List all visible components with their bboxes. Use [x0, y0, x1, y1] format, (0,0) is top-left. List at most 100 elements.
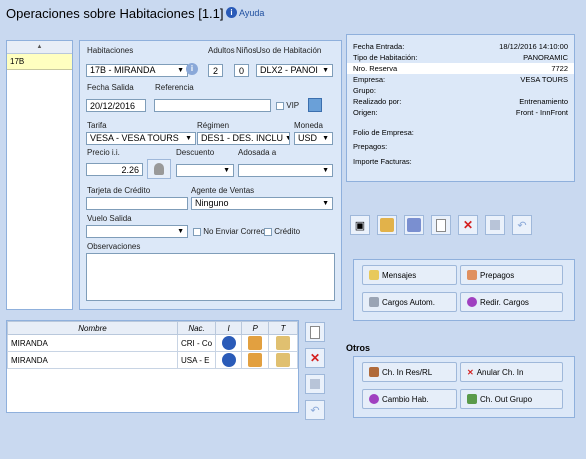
tarjeta-input[interactable] — [86, 197, 188, 210]
anular-ch-in-button[interactable]: ✕ Anular Ch. In — [460, 362, 563, 382]
info-row: Fecha Entrada: 18/12/2016 14:10:00 — [347, 41, 574, 52]
save-guest-button[interactable] — [305, 374, 325, 394]
actions-panel: Mensajes Prepagos Cargos Autom. Redir. C… — [353, 259, 575, 321]
guest-profile-cell[interactable] — [241, 351, 270, 369]
vuelo-select[interactable]: ▼ — [86, 225, 188, 238]
chevron-down-icon: ▼ — [322, 67, 329, 74]
prepagos-button[interactable]: Prepagos — [460, 265, 563, 285]
guest-info-cell[interactable] — [215, 334, 243, 352]
precio-label: Precio i.i. — [87, 148, 120, 157]
guest-toolbar: ✕ ↶ — [305, 322, 325, 420]
ch-in-res-label: Ch. In Res/RL — [382, 367, 433, 377]
moneda-select[interactable]: USD ▼ — [294, 132, 333, 145]
agente-value: Ninguno — [195, 198, 229, 208]
info-key: Realizado por: — [353, 97, 402, 106]
info-key: Tipo de Habitación: — [353, 53, 418, 62]
binoculars-icon: ▣ — [354, 219, 366, 232]
col-t[interactable]: T — [268, 321, 298, 335]
otros-title: Otros — [346, 343, 371, 353]
cargos-autom-button[interactable]: Cargos Autom. — [362, 292, 457, 312]
referencia-label: Referencia — [155, 83, 194, 92]
ch-in-res-button[interactable]: Ch. In Res/RL — [362, 362, 457, 382]
agente-label: Agente de Ventas — [191, 186, 255, 195]
auto-charges-icon — [369, 297, 379, 307]
guest-profile-cell[interactable] — [241, 334, 270, 352]
profile-icon[interactable] — [248, 336, 263, 350]
col-nombre[interactable]: Nombre — [7, 321, 178, 335]
prepagos-label: Prepagos — [480, 270, 515, 280]
delete-icon: ✕ — [462, 218, 474, 232]
credito-label: Crédito — [274, 227, 301, 236]
notes-icon[interactable] — [276, 353, 291, 367]
room-list-item[interactable]: 17B — [7, 54, 72, 70]
tarifa-select[interactable]: VESA - VESA TOURS ▼ — [86, 132, 196, 145]
notes-icon[interactable] — [276, 336, 291, 350]
no-enviar-label: No Enviar Correo — [203, 227, 266, 236]
chevron-down-icon: ▼ — [185, 135, 192, 142]
copy-button[interactable] — [404, 215, 424, 235]
uso-label: Uso de Habitación — [256, 46, 322, 55]
fecha-salida-input[interactable]: 20/12/2016 — [86, 99, 146, 112]
undo-icon: ↶ — [517, 219, 527, 232]
referencia-input[interactable] — [154, 99, 271, 112]
undo-guest-button[interactable]: ↶ — [305, 400, 325, 420]
prepagos-row: Prepagos: — [347, 141, 574, 152]
info-icon[interactable] — [221, 336, 236, 350]
no-enviar-correo-checkbox[interactable]: No Enviar Correo — [193, 227, 265, 236]
table-row[interactable]: MIRANDA USA - E — [7, 351, 298, 369]
guest-info-cell[interactable] — [215, 351, 243, 369]
mensajes-button[interactable]: Mensajes — [362, 265, 457, 285]
profile-icon[interactable] — [248, 353, 263, 367]
guest-notes-cell[interactable] — [268, 351, 298, 369]
price-detail-button[interactable] — [147, 159, 171, 179]
ninos-label: Niños — [236, 46, 257, 55]
room-info-icon[interactable]: i — [186, 63, 198, 75]
info-row: Origen: Front - InnFront — [347, 107, 574, 118]
ninos-input[interactable]: 0 — [234, 64, 249, 77]
observaciones-textarea[interactable] — [86, 253, 335, 301]
search-button[interactable]: ▣ — [350, 215, 370, 235]
credito-checkbox[interactable]: Crédito — [264, 227, 300, 236]
col-p[interactable]: P — [241, 321, 270, 335]
notes-button[interactable] — [377, 215, 397, 235]
room-list-header[interactable]: ▲ — [7, 41, 72, 54]
habitacion-select[interactable]: 17B - MIRANDA ▼ — [86, 64, 188, 77]
remove-guest-button[interactable]: ✕ — [305, 348, 325, 368]
vip-checkbox[interactable]: VIP — [276, 101, 299, 110]
adosada-select[interactable]: ▼ — [238, 164, 333, 177]
adultos-label: Adultos — [208, 46, 235, 55]
uso-select[interactable]: DLX2 - PANOI ▼ — [256, 64, 333, 77]
redir-cargos-label: Redir. Cargos — [480, 297, 529, 307]
precio-input[interactable]: 2.26 — [86, 163, 143, 176]
uso-value: DLX2 - PANOI — [260, 65, 318, 75]
agente-select[interactable]: Ninguno ▼ — [191, 197, 333, 210]
adultos-input[interactable]: 2 — [208, 64, 223, 77]
calendar-icon[interactable] — [308, 98, 322, 112]
undo-button[interactable]: ↶ — [512, 215, 532, 235]
info-value: 7722 — [551, 64, 568, 73]
info-key: Fecha Entrada: — [353, 42, 405, 51]
room-form-panel: Habitaciones Adultos Niños Uso de Habita… — [79, 40, 342, 310]
vuelo-label: Vuelo Salida — [87, 214, 132, 223]
moneda-value: USD — [298, 133, 318, 143]
add-guest-button[interactable] — [305, 322, 325, 342]
redir-cargos-button[interactable]: Redir. Cargos — [460, 292, 563, 312]
delete-icon: ✕ — [309, 351, 321, 365]
col-i[interactable]: I — [215, 321, 243, 335]
guest-notes-cell[interactable] — [268, 334, 298, 352]
chevron-down-icon: ▼ — [322, 167, 329, 174]
cambio-hab-button[interactable]: Cambio Hab. — [362, 389, 457, 409]
delete-button[interactable]: ✕ — [458, 215, 478, 235]
descuento-select[interactable]: ▼ — [176, 164, 234, 177]
regimen-select[interactable]: DES1 - DES. INCLU▼ — [197, 132, 290, 145]
new-button[interactable] — [431, 215, 451, 235]
new-document-icon — [310, 325, 320, 339]
vip-label: VIP — [286, 101, 300, 110]
ch-out-grupo-button[interactable]: Ch. Out Grupo — [460, 389, 563, 409]
help-link[interactable]: i Ayuda — [226, 7, 264, 18]
col-nac[interactable]: Nac. — [176, 321, 217, 335]
info-icon[interactable] — [221, 353, 236, 367]
table-row[interactable]: MIRANDA CRI - Co — [7, 334, 298, 352]
save-icon — [310, 379, 320, 389]
save-button[interactable] — [485, 215, 505, 235]
